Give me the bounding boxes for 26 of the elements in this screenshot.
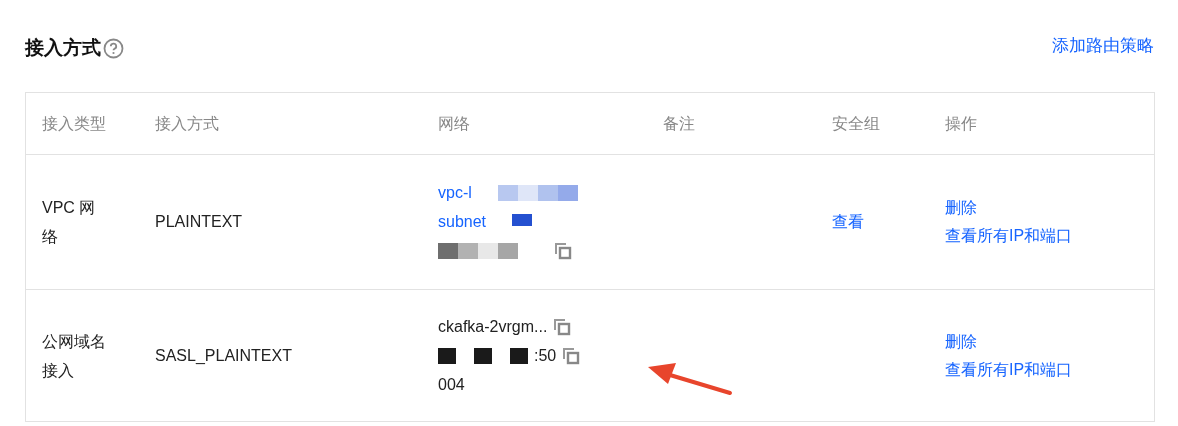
network-text: :50 <box>534 345 557 366</box>
column-header: 网络 <box>438 114 470 132</box>
delete-link[interactable]: 删除 <box>945 327 977 356</box>
access-type-text: 公网域名接入 <box>42 331 106 381</box>
column-header: 安全组 <box>832 114 880 132</box>
view-link[interactable]: 查看 <box>832 213 864 230</box>
view-all-ip-ports-link[interactable]: 查看所有IP和端口 <box>945 222 1073 250</box>
copy-icon[interactable] <box>554 242 572 260</box>
network-link[interactable]: subnet <box>438 210 487 234</box>
add-route-policy-link[interactable]: 添加路由策略 <box>1052 33 1154 59</box>
access-type-text: VPC 网络 <box>42 198 97 247</box>
column-header: 接入类型 <box>42 114 106 132</box>
column-header: 操作 <box>945 114 977 132</box>
access-method-text: SASL_PLAINTEXT <box>155 346 292 364</box>
copy-icon[interactable] <box>553 317 572 336</box>
delete-link[interactable]: 删除 <box>945 194 977 222</box>
access-method-text: PLAINTEXT <box>155 213 243 230</box>
view-all-ip-ports-link[interactable]: 查看所有IP和端口 <box>945 355 1073 384</box>
copy-icon[interactable] <box>562 346 581 365</box>
network-link[interactable]: vpc-l <box>438 181 472 205</box>
network-text: 004 <box>438 374 465 395</box>
help-icon[interactable] <box>103 37 124 59</box>
column-header: 接入方式 <box>155 114 219 132</box>
section-title: 接入方式 <box>25 36 101 60</box>
column-header: 备注 <box>663 114 695 132</box>
network-text: ckafka-2vrgm... <box>438 316 548 337</box>
